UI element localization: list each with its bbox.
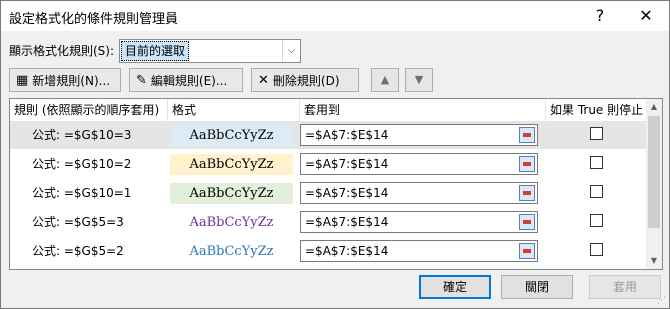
stop-if-true-checkbox[interactable]: [590, 185, 603, 198]
format-preview: AaBbCcYyZz: [170, 154, 293, 175]
stop-if-true-checkbox[interactable]: [590, 127, 603, 140]
delete-rule-label: 刪除規則(D): [272, 73, 340, 88]
table-row[interactable]: 公式: =$G$10=3 AaBbCcYyZz =$A$7:$E$14: [10, 121, 646, 149]
range-select-icon[interactable]: [519, 156, 535, 172]
applies-to-value: =$A$7:$E$14: [305, 244, 389, 258]
range-select-icon[interactable]: [519, 127, 535, 143]
move-up-button[interactable]: ▲: [371, 68, 399, 92]
format-preview: AaBbCcYyZz: [170, 125, 293, 146]
header-applies-to: 套用到: [300, 99, 546, 121]
table-row[interactable]: 公式: =$G$5=2 AaBbCcYyZz =$A$7:$E$14: [10, 237, 646, 265]
dialog-title: 設定格式化的條件規則管理員: [9, 12, 179, 27]
edit-rule-label: 編輯規則(E)...: [150, 73, 228, 88]
close-button[interactable]: 關閉: [501, 275, 573, 299]
applies-to-value: =$A$7:$E$14: [305, 186, 389, 200]
delete-rule-button[interactable]: ✕ 刪除規則(D): [251, 68, 359, 92]
header-format: 格式: [168, 99, 300, 121]
applies-to-field[interactable]: =$A$7:$E$14: [300, 240, 538, 262]
format-preview: AaBbCcYyZz: [170, 241, 293, 262]
edit-rule-icon: ✎: [136, 72, 147, 88]
rule-text: 公式: =$G$10=3: [32, 128, 132, 142]
scroll-down-icon[interactable]: ▼: [646, 253, 662, 269]
rule-text: 公式: =$G$5=2: [32, 244, 124, 258]
applies-to-field[interactable]: =$A$7:$E$14: [300, 124, 538, 146]
delete-icon: ✕: [258, 72, 269, 88]
applies-to-value: =$A$7:$E$14: [305, 128, 389, 142]
help-button[interactable]: ?: [583, 4, 617, 28]
table-row[interactable]: 公式: =$G$10=1 AaBbCcYyZz =$A$7:$E$14: [10, 179, 646, 207]
chevron-down-icon[interactable]: ⌵: [282, 40, 300, 62]
table-row[interactable]: 公式: =$G$5=3 AaBbCcYyZz =$A$7:$E$14: [10, 208, 646, 236]
rule-text: 公式: =$G$10=2: [32, 157, 132, 171]
new-rule-button[interactable]: ▦ 新增規則(N)...: [9, 68, 121, 92]
applies-to-field[interactable]: =$A$7:$E$14: [300, 153, 538, 175]
format-preview: AaBbCcYyZz: [170, 183, 293, 204]
range-select-icon[interactable]: [519, 214, 535, 230]
new-rule-icon: ▦: [16, 72, 29, 88]
new-rule-label: 新增規則(N)...: [32, 73, 111, 88]
stop-if-true-checkbox[interactable]: [590, 214, 603, 227]
format-preview: AaBbCcYyZz: [170, 212, 293, 233]
close-icon[interactable]: ✕: [629, 4, 663, 28]
rules-table: 規則 (依照顯示的順序套用) 格式 套用到 如果 True 則停止 公式: =$…: [9, 98, 663, 270]
show-rules-value: 目前的選取: [121, 41, 190, 61]
show-rules-label: 顯示格式化規則(S):: [9, 44, 115, 58]
vertical-scrollbar[interactable]: ▲ ▼: [646, 99, 662, 269]
table-header: 規則 (依照顯示的順序套用) 格式 套用到 如果 True 則停止: [10, 99, 650, 122]
conditional-formatting-dialog: 設定格式化的條件規則管理員 ? ✕ 顯示格式化規則(S): 目前的選取 ⌵ ▦ …: [0, 0, 670, 309]
applies-to-field[interactable]: =$A$7:$E$14: [300, 211, 538, 233]
scroll-up-icon[interactable]: ▲: [646, 99, 662, 115]
move-down-button[interactable]: ▼: [405, 68, 433, 92]
ok-button[interactable]: 確定: [419, 275, 491, 299]
rule-text: 公式: =$G$5=3: [32, 215, 124, 229]
scroll-thumb[interactable]: [648, 116, 660, 228]
resize-grip-icon[interactable]: ⋰: [657, 296, 667, 306]
rule-text: 公式: =$G$10=1: [32, 186, 132, 200]
applies-to-field[interactable]: =$A$7:$E$14: [300, 182, 538, 204]
apply-button[interactable]: 套用: [589, 275, 661, 299]
show-rules-select[interactable]: 目前的選取 ⌵: [119, 39, 301, 63]
stop-if-true-checkbox[interactable]: [590, 156, 603, 169]
header-rule: 規則 (依照顯示的順序套用): [10, 99, 168, 121]
edit-rule-button[interactable]: ✎ 編輯規則(E)...: [129, 68, 243, 92]
rule-toolbar: ▦ 新增規則(N)... ✎ 編輯規則(E)... ✕ 刪除規則(D) ▲ ▼: [9, 66, 663, 96]
title-bar: 設定格式化的條件規則管理員 ? ✕: [1, 1, 669, 31]
table-row[interactable]: 公式: =$G$10=2 AaBbCcYyZz =$A$7:$E$14: [10, 150, 646, 178]
stop-if-true-checkbox[interactable]: [590, 243, 603, 256]
range-select-icon[interactable]: [519, 185, 535, 201]
range-select-icon[interactable]: [519, 243, 535, 259]
applies-to-value: =$A$7:$E$14: [305, 157, 389, 171]
header-stop-if-true: 如果 True 則停止: [550, 103, 644, 117]
applies-to-value: =$A$7:$E$14: [305, 215, 389, 229]
